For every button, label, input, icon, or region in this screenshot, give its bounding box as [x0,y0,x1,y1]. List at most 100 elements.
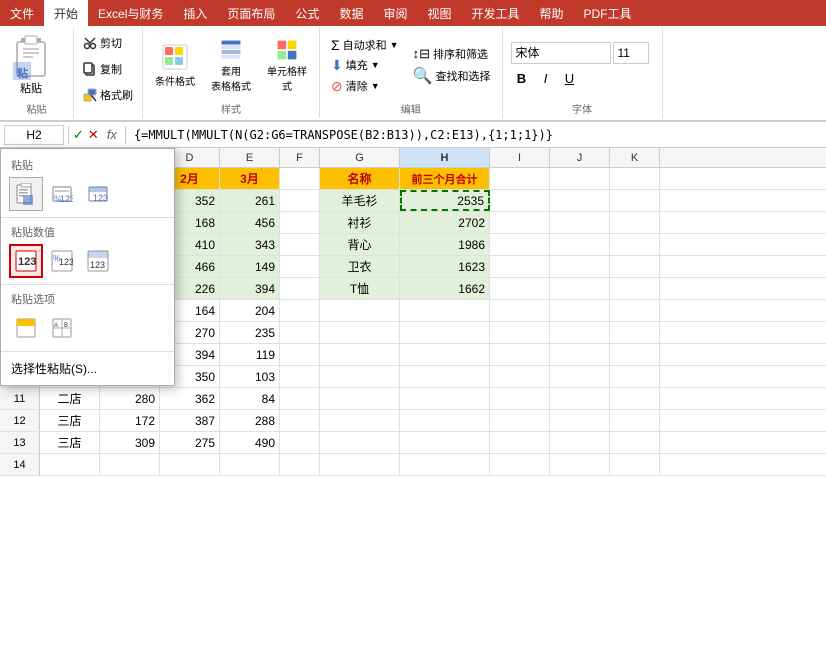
cell-K12[interactable] [610,410,660,431]
cell-K13[interactable] [610,432,660,453]
cell-F7[interactable] [280,300,320,321]
underline-button[interactable]: U [559,68,581,90]
cell-I9[interactable] [490,344,550,365]
cell-F12[interactable] [280,410,320,431]
cell-J3[interactable] [550,212,610,233]
table-format-button[interactable]: 套用表格格式 [205,34,257,98]
menu-formulas[interactable]: 公式 [285,0,329,26]
cell-G7[interactable] [320,300,400,321]
menu-pdf[interactable]: PDF工具 [574,0,642,26]
cell-K10[interactable] [610,366,660,387]
cell-F13[interactable] [280,432,320,453]
cell-F14[interactable] [280,454,320,475]
cell-K2[interactable] [610,190,660,211]
cell-E7[interactable]: 204 [220,300,280,321]
cell-K11[interactable] [610,388,660,409]
col-header-E[interactable]: E [220,148,280,167]
menu-data[interactable]: 数据 [329,0,373,26]
cell-E5[interactable]: 149 [220,256,280,277]
cell-E8[interactable]: 235 [220,322,280,343]
cell-F5[interactable] [280,256,320,277]
cell-C13[interactable]: 309 [100,432,160,453]
cell-E2[interactable]: 261 [220,190,280,211]
cell-D14[interactable] [160,454,220,475]
cell-J4[interactable] [550,234,610,255]
menu-file[interactable]: 文件 [0,0,44,26]
col-header-H[interactable]: H [400,148,490,167]
cell-G12[interactable] [320,410,400,431]
clear-button[interactable]: ⊘ 清除 ▼ [328,77,402,96]
autosum-button[interactable]: Σ 自动求和 ▼ [328,36,402,54]
font-size-input[interactable] [613,42,649,64]
cell-J7[interactable] [550,300,610,321]
cell-G1[interactable]: 名称 [320,168,400,189]
cell-E13[interactable]: 490 [220,432,280,453]
cell-H4[interactable]: 1986 [400,234,490,255]
cell-C12[interactable]: 172 [100,410,160,431]
cell-B11[interactable]: 二店 [40,388,100,409]
col-header-G[interactable]: G [320,148,400,167]
cell-E1[interactable]: 3月 [220,168,280,189]
cell-E10[interactable]: 103 [220,366,280,387]
font-name-input[interactable] [511,42,611,64]
cell-K5[interactable] [610,256,660,277]
cell-J14[interactable] [550,454,610,475]
cell-H12[interactable] [400,410,490,431]
cell-F6[interactable] [280,278,320,299]
cell-F11[interactable] [280,388,320,409]
paste-button[interactable]: 粘 粘贴 [8,31,54,99]
cell-I7[interactable] [490,300,550,321]
cell-B12[interactable]: 三店 [40,410,100,431]
cell-C14[interactable] [100,454,160,475]
menu-review[interactable]: 审阅 [373,0,417,26]
cancel-icon[interactable]: ✕ [88,127,99,143]
cell-I14[interactable] [490,454,550,475]
bold-button[interactable]: B [511,68,533,90]
cell-K3[interactable] [610,212,660,233]
name-box[interactable] [4,125,64,145]
paste-option-icon-2[interactable]: AB [45,311,79,345]
cell-G8[interactable] [320,322,400,343]
cell-D12[interactable]: 387 [160,410,220,431]
cell-G14[interactable] [320,454,400,475]
checkmark-icon[interactable]: ✓ [73,127,84,143]
cell-J1[interactable] [550,168,610,189]
cell-H8[interactable] [400,322,490,343]
cell-I12[interactable] [490,410,550,431]
cell-G9[interactable] [320,344,400,365]
cell-J5[interactable] [550,256,610,277]
cell-H14[interactable] [400,454,490,475]
cell-H6[interactable]: 1662 [400,278,490,299]
cell-E9[interactable]: 119 [220,344,280,365]
cell-H1[interactable]: 前三个月合计 [400,168,490,189]
paste-value-icon-btn-3[interactable]: 123 [81,244,115,278]
cell-I13[interactable] [490,432,550,453]
paste-value-icon-btn-1[interactable]: 123 [9,244,43,278]
cell-F8[interactable] [280,322,320,343]
cell-F2[interactable] [280,190,320,211]
cell-J6[interactable] [550,278,610,299]
menu-home[interactable]: 开始 [44,0,88,26]
menu-view[interactable]: 视图 [417,0,461,26]
cell-I10[interactable] [490,366,550,387]
cell-G4[interactable]: 背心 [320,234,400,255]
col-header-I[interactable]: I [490,148,550,167]
cell-H11[interactable] [400,388,490,409]
menu-developer[interactable]: 开发工具 [461,0,529,26]
cell-I3[interactable] [490,212,550,233]
cell-B14[interactable] [40,454,100,475]
fill-button[interactable]: ⬇ 填充 ▼ [328,56,402,75]
cell-J8[interactable] [550,322,610,343]
cell-J12[interactable] [550,410,610,431]
cell-F4[interactable] [280,234,320,255]
cell-G10[interactable] [320,366,400,387]
col-header-K[interactable]: K [610,148,660,167]
paste-icon-btn-3[interactable]: 123 [81,177,115,211]
cell-F1[interactable] [280,168,320,189]
italic-button[interactable]: I [535,68,557,90]
cell-J2[interactable] [550,190,610,211]
cell-I5[interactable] [490,256,550,277]
col-header-F[interactable]: F [280,148,320,167]
cell-K9[interactable] [610,344,660,365]
cell-K4[interactable] [610,234,660,255]
